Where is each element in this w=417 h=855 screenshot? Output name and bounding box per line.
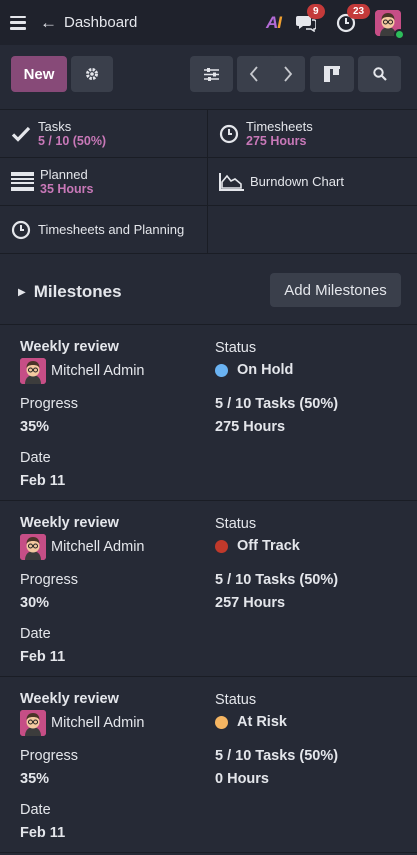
milestone-user-name: Mitchell Admin [51, 715, 145, 731]
status-dot-icon [215, 715, 228, 729]
stat-burndown-label: Burndown Chart [250, 174, 344, 189]
add-milestones-button[interactable]: Add Milestones [270, 273, 401, 307]
activities-badge: 23 [347, 3, 371, 19]
ai-icon[interactable]: AI [266, 13, 282, 33]
milestone-list: Weekly review Mitchell Admin Progress 35… [0, 325, 417, 853]
filter-sliders-icon[interactable] [190, 56, 233, 92]
menu-icon[interactable] [10, 15, 26, 30]
status-label: Status [215, 340, 257, 356]
milestones-toggle[interactable]: ▶ Milestones [18, 282, 122, 302]
stat-planned[interactable]: Planned 35 Hours [0, 158, 207, 205]
stat-tasks[interactable]: Tasks 5 / 10 (50%) [0, 110, 207, 157]
avatar [20, 534, 46, 560]
milestone-card[interactable]: Weekly review Mitchell Admin Progress 35… [0, 677, 417, 853]
tasks-value: 5 / 10 Tasks (50%) [215, 396, 339, 412]
stat-tasks-label: Tasks [38, 118, 72, 134]
online-status-icon [394, 28, 405, 40]
check-icon [10, 123, 32, 145]
stat-planned-value: 35 Hours [40, 181, 94, 196]
milestone-card[interactable]: Weekly review Mitchell Admin Progress 30… [0, 501, 417, 677]
chevron-left-icon[interactable] [237, 56, 271, 92]
milestone-name: Weekly review [20, 515, 119, 531]
stat-timesheets-planning[interactable]: Timesheets and Planning [0, 206, 207, 253]
date-value: Feb 11 [20, 473, 66, 489]
clock-icon [218, 123, 240, 145]
hours-value: 0 Hours [215, 771, 269, 787]
status-value: On Hold [215, 362, 293, 378]
stat-burndown-chart[interactable]: Burndown Chart [207, 158, 417, 205]
caret-right-icon: ▶ [18, 286, 26, 298]
progress-value: 30% [20, 595, 50, 611]
stat-buttons: Tasks 5 / 10 (50%) Timesheets 275 Hours … [0, 109, 417, 254]
hours-value: 257 Hours [215, 595, 286, 611]
status-value: Off Track [215, 538, 300, 554]
milestone-user-name: Mitchell Admin [51, 539, 145, 555]
messages-icon[interactable]: 9 [295, 3, 325, 34]
stat-timesheets-value: 275 Hours [246, 133, 307, 148]
hours-value: 275 Hours [215, 419, 286, 435]
progress-label: Progress [20, 572, 79, 588]
breadcrumb[interactable]: Dashboard [64, 14, 137, 31]
milestone-user: Mitchell Admin [20, 710, 144, 736]
status-text: Off Track [237, 538, 300, 554]
milestone-name: Weekly review [20, 691, 119, 707]
status-dot-icon [215, 539, 228, 553]
avatar [20, 710, 46, 736]
progress-label: Progress [20, 396, 79, 412]
user-avatar[interactable] [375, 9, 405, 40]
date-label: Date [20, 450, 51, 466]
milestone-user: Mitchell Admin [20, 534, 144, 560]
tasks-value: 5 / 10 Tasks (50%) [215, 748, 339, 764]
stat-timesheets-planning-label: Timesheets and Planning [38, 222, 185, 237]
clock-icon [10, 219, 32, 241]
new-button[interactable]: New [11, 56, 67, 92]
avatar [20, 358, 46, 384]
progress-label: Progress [20, 748, 79, 764]
back-arrow-icon[interactable]: ← [40, 14, 57, 31]
gear-icon[interactable] [71, 56, 113, 92]
stat-timesheets[interactable]: Timesheets 275 Hours [207, 110, 417, 157]
control-panel: New [0, 45, 417, 109]
date-label: Date [20, 802, 51, 818]
status-dot-icon [215, 363, 228, 377]
status-text: At Risk [237, 714, 287, 730]
stat-planned-label: Planned [40, 166, 88, 182]
messages-badge: 9 [307, 3, 325, 19]
chevron-right-icon[interactable] [271, 56, 305, 92]
status-value: At Risk [215, 714, 287, 730]
kanban-view-icon[interactable] [310, 56, 354, 92]
status-label: Status [215, 692, 257, 708]
tasks-value: 5 / 10 Tasks (50%) [215, 572, 339, 588]
milestone-name: Weekly review [20, 339, 119, 355]
planning-tasks-icon [10, 171, 34, 193]
stat-timesheets-label: Timesheets [246, 118, 313, 134]
progress-value: 35% [20, 771, 50, 787]
date-label: Date [20, 626, 51, 642]
activities-clock-icon[interactable]: 23 [335, 3, 371, 34]
area-chart-icon [218, 171, 244, 193]
status-text: On Hold [237, 362, 294, 378]
date-value: Feb 11 [20, 649, 66, 665]
milestones-header: ▶ Milestones Add Milestones [0, 254, 417, 325]
status-label: Status [215, 516, 257, 532]
milestones-title: Milestones [33, 282, 122, 301]
milestone-card[interactable]: Weekly review Mitchell Admin Progress 35… [0, 325, 417, 501]
milestone-user-name: Mitchell Admin [51, 363, 145, 379]
stat-empty [207, 206, 417, 253]
stat-tasks-value: 5 / 10 (50%) [38, 133, 107, 148]
top-navbar: ← Dashboard AI 9 23 [0, 0, 417, 45]
progress-value: 35% [20, 419, 50, 435]
milestone-user: Mitchell Admin [20, 358, 144, 384]
search-icon[interactable] [358, 56, 401, 92]
date-value: Feb 11 [20, 825, 66, 841]
